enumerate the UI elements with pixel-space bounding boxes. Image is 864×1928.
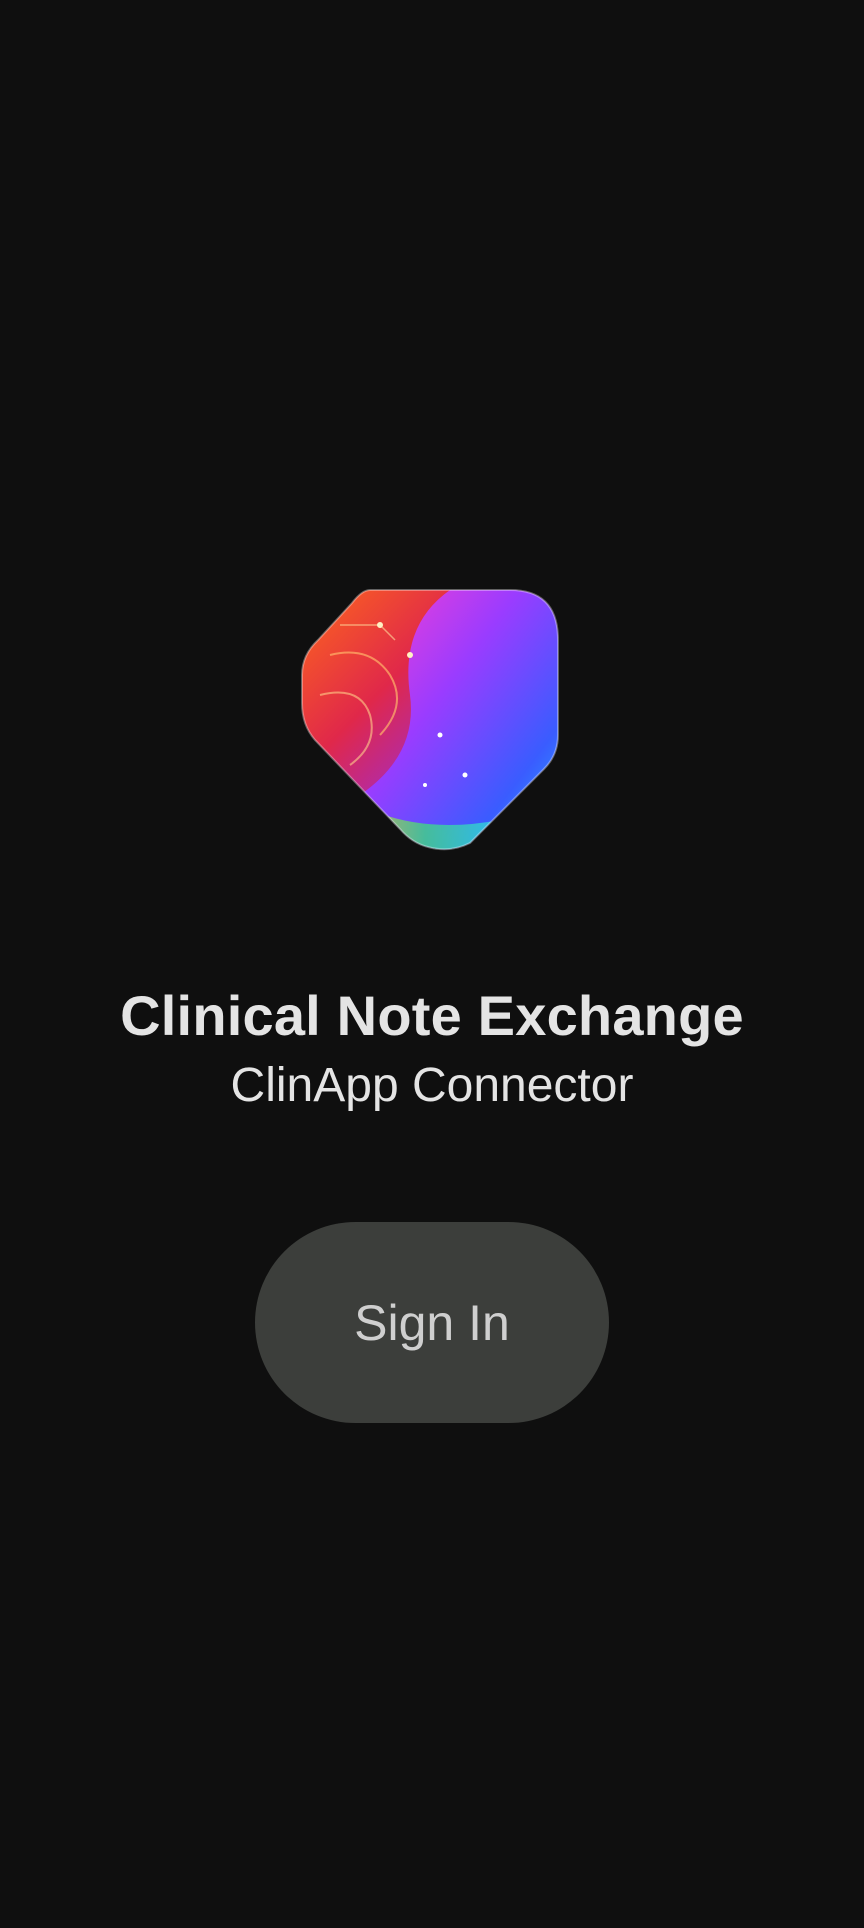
sign-in-button-label: Sign In [354, 1294, 510, 1351]
app-title: Clinical Note Exchange [120, 984, 744, 1047]
app-logo-icon [300, 585, 564, 855]
app-subtitle: ClinApp Connector [230, 1059, 634, 1112]
launch-screen: Clinical Note Exchange ClinApp Connector… [0, 0, 864, 1928]
sign-in-button[interactable]: Sign In [255, 1222, 609, 1423]
